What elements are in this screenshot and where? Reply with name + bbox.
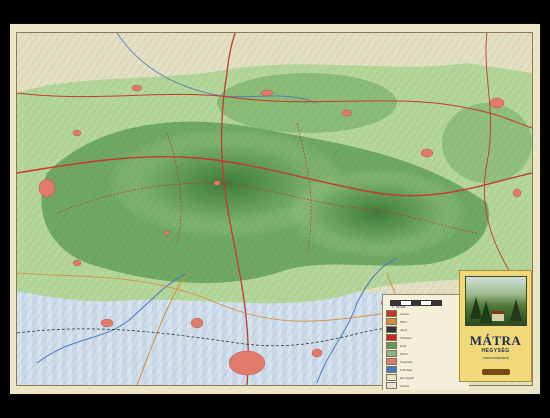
legend-swatch	[386, 310, 397, 317]
legend-swatch	[386, 342, 397, 349]
legend-label: Település	[400, 359, 413, 364]
cottage-icon	[492, 311, 504, 321]
title-card: MÁTRA HEGYSÉG TURISTATÉRKÉPE	[459, 270, 532, 382]
scale-label: 1 : 50 000	[392, 305, 406, 309]
legend-swatch	[386, 382, 397, 389]
legend-swatch	[386, 318, 397, 325]
legend-item: Rét, legelő	[386, 374, 466, 381]
legend-label: Vízfolyás	[400, 367, 413, 372]
legend-item: Erdő	[386, 342, 466, 349]
legend-label: Erdő	[400, 343, 407, 348]
map-caption: TURISTATÉRKÉPE	[482, 356, 509, 360]
legend-swatch	[386, 366, 397, 373]
legend-swatch	[386, 350, 397, 357]
legend-item: Vasút	[386, 326, 466, 333]
cover-photo	[465, 276, 527, 326]
legend-swatch	[386, 374, 397, 381]
map-title: MÁTRA	[469, 333, 522, 348]
legend-label: Műút	[400, 319, 407, 324]
map-sheet: Autóút Műút Vasút Turistaút Erdő Szőlő T…	[10, 24, 540, 394]
legend-item: Műút	[386, 318, 466, 325]
legend-label: Turistaút	[400, 335, 412, 340]
legend-label: Szántó	[400, 383, 410, 388]
legend-label: Vasút	[400, 327, 408, 332]
legend-label: Szőlő	[400, 351, 408, 356]
tree-icon	[510, 299, 522, 321]
legend-item: Település	[386, 358, 466, 365]
legend-item: Szántó	[386, 382, 466, 389]
legend-swatch	[386, 326, 397, 333]
map-subtitle: HEGYSÉG	[481, 348, 510, 354]
tree-icon	[480, 301, 492, 323]
legend-swatch	[386, 358, 397, 365]
legend-swatch	[386, 334, 397, 341]
legend-item: Szőlő	[386, 350, 466, 357]
legend-item: Vízfolyás	[386, 366, 466, 373]
legend-item: Turistaút	[386, 334, 466, 341]
legend-label: Rét, legelő	[400, 375, 415, 380]
legend-label: Autóút	[400, 311, 409, 316]
publisher-logo	[482, 369, 510, 375]
legend-item: Autóút	[386, 310, 466, 317]
